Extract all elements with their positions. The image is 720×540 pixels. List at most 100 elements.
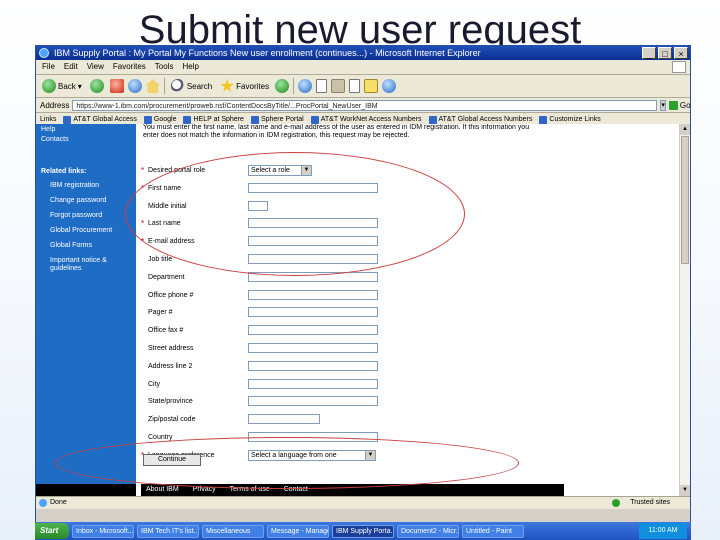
link-item[interactable]: Google [143, 115, 176, 124]
search-button[interactable]: Search [169, 77, 214, 95]
favorites-star-icon [220, 79, 234, 92]
taskbar-task[interactable]: Document2 - Micr... [397, 524, 459, 538]
nav-contacts[interactable]: Contacts [41, 136, 69, 144]
close-button[interactable]: × [674, 47, 688, 59]
field-label: State/province [148, 397, 193, 405]
taskbar-task[interactable]: IBM Tech IT's list... [137, 524, 199, 538]
related-link[interactable]: Forgot password [50, 212, 102, 220]
trusted-zone-icon [612, 499, 620, 507]
stop-icon[interactable] [109, 79, 124, 93]
menu-help[interactable]: Help [182, 60, 198, 74]
link-label: Sphere Portal [260, 116, 304, 123]
refresh-icon[interactable] [127, 79, 142, 93]
menu-tools[interactable]: Tools [155, 60, 174, 74]
left-nav: Help Contacts Related links: IBM registr… [36, 124, 136, 496]
link-item[interactable]: AT&T WorkNet Access Numbers [310, 115, 422, 124]
related-link[interactable]: IBM registration [50, 182, 99, 190]
field-label: Street address [148, 344, 194, 352]
related-link[interactable]: Global Forms [50, 242, 92, 250]
form-row: Zip/postal code [141, 413, 243, 425]
print-icon[interactable] [331, 79, 346, 93]
search-icon [170, 79, 185, 93]
favorites-button[interactable]: Favorites [218, 77, 271, 95]
field-label: City [148, 380, 161, 388]
text-input[interactable] [248, 343, 378, 353]
maximize-button[interactable]: □ [658, 47, 672, 59]
taskbar-task[interactable]: Inbox - Microsoft... [72, 524, 134, 538]
link-icon [143, 115, 152, 124]
media-icon[interactable] [275, 79, 290, 93]
home-icon[interactable] [145, 79, 160, 93]
related-link[interactable]: Global Procurement [50, 227, 112, 235]
toolbar-separator [163, 78, 165, 94]
link-item[interactable]: AT&T Global Access Numbers [428, 115, 533, 124]
related-link[interactable]: Important notice & guidelines [50, 257, 128, 273]
text-input[interactable] [248, 379, 378, 389]
related-links-heading: Related links: [41, 168, 87, 175]
links-label: Links [40, 116, 57, 123]
back-button[interactable]: Back ▾ [40, 77, 84, 95]
security-zone: Trusted sites [630, 499, 670, 506]
vertical-scrollbar[interactable]: ▲ ▼ [679, 124, 690, 496]
scroll-thumb[interactable] [681, 136, 689, 264]
forward-button[interactable] [88, 77, 106, 95]
form-row: Office fax # [141, 324, 243, 336]
go-button[interactable]: Go [668, 100, 691, 110]
text-input[interactable] [248, 396, 378, 406]
favorites-label: Favorites [236, 81, 270, 91]
text-input[interactable] [248, 361, 378, 371]
messenger-icon[interactable] [382, 79, 397, 93]
menu-view[interactable]: View [87, 60, 104, 74]
related-link[interactable]: Change password [50, 197, 106, 205]
toolbar: Back ▾ Search Favorites [36, 75, 690, 98]
form-instructions: You must enter the first name, last name… [143, 124, 530, 139]
form-row: City [141, 378, 243, 390]
field-label: Zip/postal code [148, 415, 196, 423]
chevron-down-icon: ▾ [77, 81, 82, 91]
toolbar-separator [293, 78, 295, 94]
status-bar: Done Trusted sites [36, 496, 690, 509]
menu-file[interactable]: File [42, 60, 55, 74]
link-item[interactable]: Customize Links [539, 115, 601, 124]
text-input[interactable] [248, 325, 378, 335]
scroll-down-icon[interactable]: ▼ [680, 485, 690, 496]
taskbar: Start Inbox - Microsoft... IBM Tech IT's … [35, 522, 691, 540]
taskbar-task[interactable]: Untitled - Paint [462, 524, 524, 538]
link-item[interactable]: AT&T Global Access [63, 115, 137, 124]
footer-link[interactable]: About IBM [146, 484, 179, 496]
taskbar-task[interactable]: Message - Manage... [267, 524, 329, 538]
form-row: Address line 2 [141, 360, 243, 372]
menu-favorites[interactable]: Favorites [113, 60, 146, 74]
link-label: AT&T Global Access [73, 116, 137, 123]
text-input[interactable] [248, 290, 378, 300]
link-label: HELP at Sphere [193, 116, 244, 123]
taskbar-task[interactable]: Miscellaneous [202, 524, 264, 538]
address-bar: Address https://www-1.ibm.com/procuremen… [36, 98, 690, 113]
taskbar-task[interactable]: IBM Supply Porta... [332, 524, 394, 538]
form-row: Office phone # [141, 289, 243, 301]
text-input[interactable] [248, 414, 320, 424]
edit-icon[interactable] [349, 79, 361, 93]
system-clock: 11:00 AM [639, 523, 687, 539]
start-button[interactable]: Start [35, 523, 69, 539]
address-input[interactable]: https://www-1.ibm.com/procurement/proweb… [72, 99, 658, 111]
menu-edit[interactable]: Edit [64, 60, 78, 74]
form-row: State/province [141, 395, 243, 407]
folder-icon[interactable] [364, 79, 379, 93]
text-input[interactable] [248, 307, 378, 317]
sidebar-footer-bar [36, 484, 136, 496]
required-marker: * [141, 165, 145, 175]
link-label: AT&T Global Access Numbers [438, 116, 533, 123]
mail-icon[interactable] [316, 79, 328, 93]
address-dropdown-icon[interactable]: ▾ [660, 99, 666, 111]
forward-arrow-icon [89, 79, 104, 93]
link-item[interactable]: Sphere Portal [250, 115, 304, 124]
scroll-up-icon[interactable]: ▲ [680, 124, 690, 135]
link-icon [63, 115, 72, 124]
history-icon[interactable] [298, 79, 313, 93]
link-item[interactable]: HELP at Sphere [183, 115, 244, 124]
go-label: Go [679, 100, 691, 110]
nav-help[interactable]: Help [41, 126, 55, 134]
minimize-button[interactable]: _ [642, 47, 656, 59]
field-label: Office fax # [148, 326, 184, 334]
